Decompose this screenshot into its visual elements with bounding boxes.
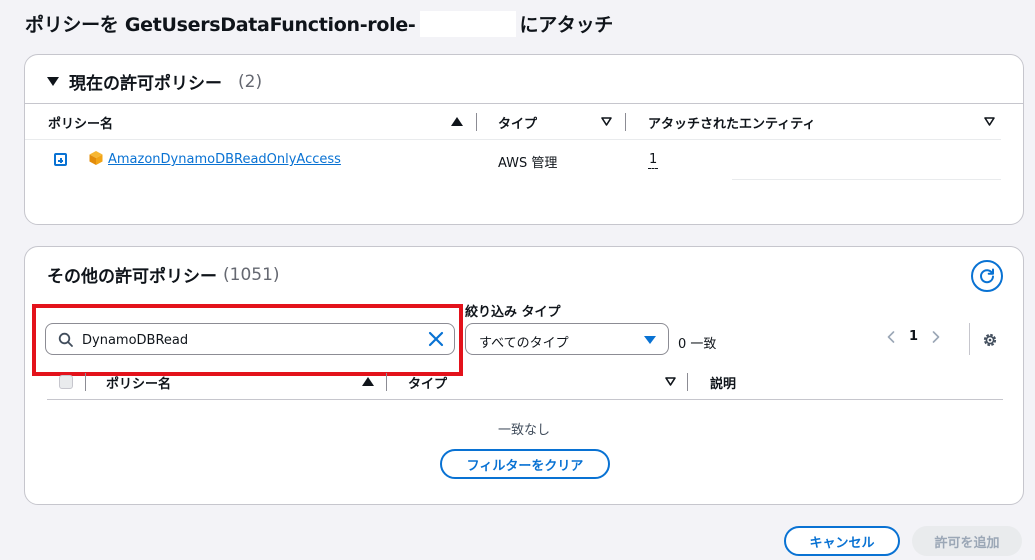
other-policies-title: その他の許可ポリシー [47,267,217,287]
column-resizer[interactable] [476,113,477,131]
column-header-policy-name[interactable]: ポリシー名 [48,112,113,132]
expand-row-icon[interactable] [54,153,67,166]
current-policies-header[interactable]: 現在の許可ポリシー (2) [47,69,262,94]
header-divider [25,103,1023,104]
page-title-suffix: にアタッチ [519,14,614,36]
policy-type-cell: AWS 管理 [498,156,558,171]
column-header-type[interactable]: タイプ [408,373,447,392]
previous-page-icon[interactable] [887,330,895,343]
collapse-caret-icon[interactable] [47,77,59,86]
sort-ascending-icon[interactable] [362,377,374,386]
gear-icon[interactable] [981,331,999,349]
filter-type-selected-value: すべてのタイプ [479,336,569,351]
column-resizer[interactable] [85,373,86,391]
pagination: 1 [887,329,940,344]
header-row-divider [25,139,1001,140]
column-header-attached-entities-label: アタッチされたエンティティ [648,116,816,132]
match-count: 0 一致 [678,337,717,352]
caret-down-icon [644,336,656,344]
other-policies-panel: その他の許可ポリシー (1051) 絞り込み タイプ すべてのタイプ 0 一致 … [24,246,1024,505]
sort-ascending-icon[interactable] [451,117,463,126]
row-divider [732,179,1001,180]
filter-type-select[interactable]: すべてのタイプ [465,323,669,355]
column-resizer[interactable] [687,373,688,391]
column-resizer[interactable] [386,373,387,391]
attached-entities-count[interactable]: 1 [648,152,659,169]
column-header-type-label: タイプ [498,116,538,132]
next-page-icon[interactable] [932,330,940,343]
highlight-annotation-box [32,304,463,376]
column-header-description[interactable]: 説明 [710,373,736,392]
sort-caret-icon[interactable] [984,117,995,126]
current-policies-title: 現在の許可ポリシー [69,74,222,94]
column-header-type[interactable]: タイプ [498,112,537,132]
current-policies-panel: 現在の許可ポリシー (2) ポリシー名 タイプ アタッチされたエンティティ Am… [24,54,1024,225]
other-policies-count: (1051) [223,264,280,285]
policy-link-amazondynamodbreadonlyaccess[interactable]: AmazonDynamoDBReadOnlyAccess [108,152,341,167]
add-permissions-button[interactable]: 許可を追加 [912,526,1022,556]
empty-state-text: 一致なし [497,423,550,438]
column-header-policy-name-label: ポリシー名 [48,116,114,132]
other-policies-header: その他の許可ポリシー (1051) [47,262,280,288]
current-policies-count: (2) [238,71,263,92]
cancel-button[interactable]: キャンセル [784,526,900,556]
clear-filter-button[interactable]: フィルターをクリア [440,449,610,479]
sort-caret-icon[interactable] [601,117,612,126]
aws-managed-policy-icon [89,151,103,165]
current-page-number[interactable]: 1 [909,329,918,344]
column-resizer[interactable] [625,113,626,131]
refresh-button[interactable] [971,260,1003,292]
page-title: ポリシーを GetUsersDataFunction-role- にアタッチ [25,10,613,37]
redacted-role-suffix [419,10,516,37]
filter-type-label: 絞り込み タイプ [465,305,561,320]
select-all-checkbox[interactable] [59,375,73,389]
sort-caret-icon[interactable] [665,377,676,386]
refresh-icon [980,268,994,284]
column-header-attached-entities[interactable]: アタッチされたエンティティ [648,112,815,132]
page-title-prefix: ポリシーを GetUsersDataFunction-role- [25,14,416,36]
header-row-divider [47,399,1003,400]
column-header-policy-name[interactable]: ポリシー名 [106,373,171,392]
pagination-divider [969,323,970,355]
